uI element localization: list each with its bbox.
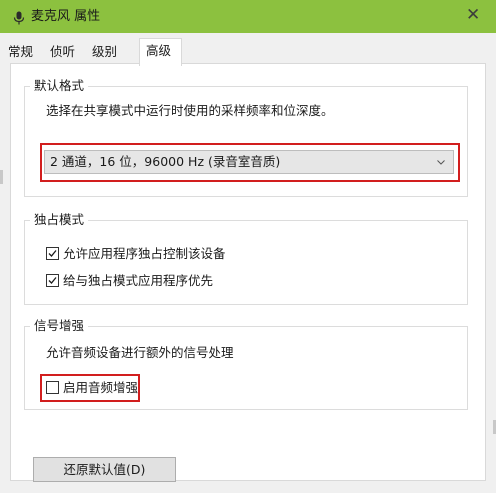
tab-listen[interactable]: 侦听 <box>46 41 79 63</box>
exclusive-mode-group <box>24 220 468 305</box>
tab-advanced[interactable]: 高级 <box>139 38 183 66</box>
default-format-description: 选择在共享模式中运行时使用的采样频率和位深度。 <box>46 103 334 118</box>
close-button[interactable]: ✕ <box>450 0 496 33</box>
tab-strip: 常规 侦听 级别 高级 <box>0 33 496 66</box>
signal-enhancement-description: 允许音频设备进行额外的信号处理 <box>46 345 234 360</box>
close-icon: ✕ <box>466 5 481 25</box>
exclusive-priority-checkbox[interactable] <box>46 274 59 287</box>
tab-general[interactable]: 常规 <box>4 41 37 63</box>
signal-enhancement-label: 信号增强 <box>30 318 89 334</box>
exclusive-priority-label: 给与独占模式应用程序优先 <box>63 273 214 288</box>
title-bar: 麦克风 属性 ✕ <box>0 0 496 33</box>
enhancement-highlight-box <box>40 374 140 402</box>
exclusive-control-checkbox[interactable] <box>46 247 59 260</box>
exclusive-control-label: 允许应用程序独占控制该设备 <box>63 246 226 261</box>
default-format-label: 默认格式 <box>30 78 89 94</box>
window-title: 麦克风 属性 <box>31 9 101 24</box>
tab-levels[interactable]: 级别 <box>88 41 121 63</box>
restore-defaults-button[interactable]: 还原默认值(D) <box>33 457 176 482</box>
left-edge-mark <box>0 170 3 184</box>
checkmark-icon <box>48 250 57 257</box>
checkmark-icon <box>48 277 57 284</box>
exclusive-mode-label: 独占模式 <box>30 212 89 228</box>
format-highlight-box <box>40 143 460 182</box>
microphone-icon <box>13 11 25 25</box>
